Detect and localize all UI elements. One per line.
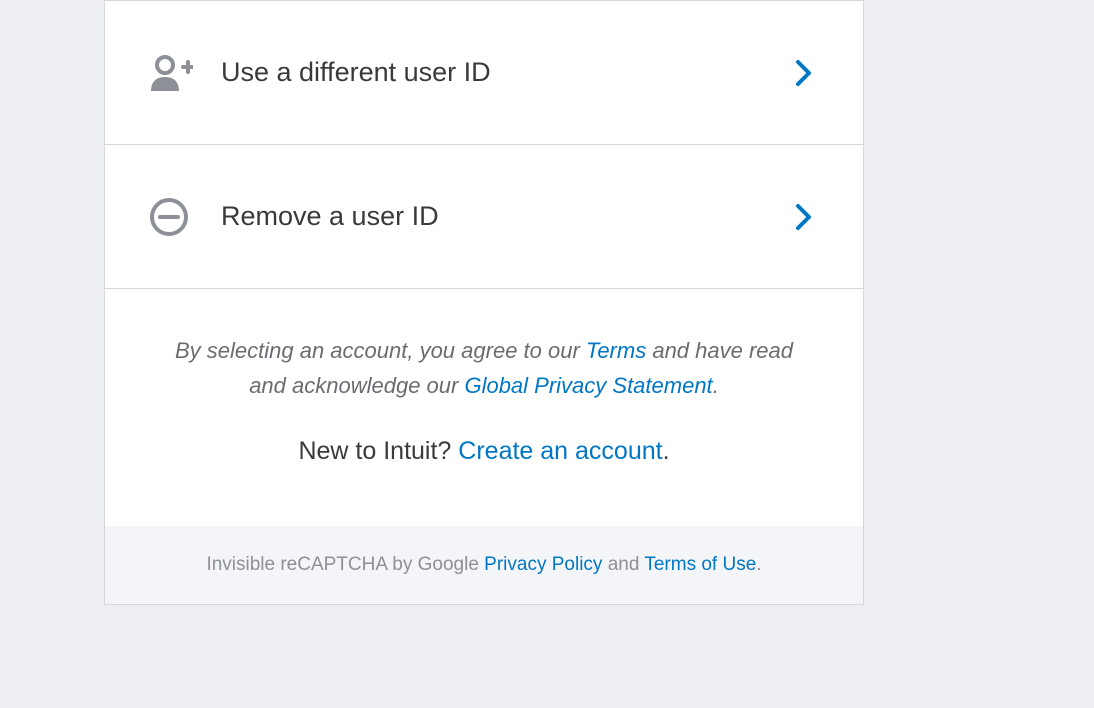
recaptcha-terms-of-use-link[interactable]: Terms of Use	[644, 554, 756, 575]
account-options-card: Use a different user ID Remove a user ID…	[104, 0, 864, 605]
new-to-intuit-row: New to Intuit? Create an account.	[165, 437, 803, 466]
global-privacy-statement-link[interactable]: Global Privacy Statement	[464, 373, 712, 398]
chevron-right-icon	[789, 60, 819, 86]
remove-user-id-row[interactable]: Remove a user ID	[105, 145, 863, 289]
new-prefix: New to Intuit?	[298, 437, 458, 465]
terms-link[interactable]: Terms	[586, 338, 646, 363]
terms-prefix: By selecting an account, you agree to ou…	[175, 338, 586, 363]
use-different-user-id-row[interactable]: Use a different user ID	[105, 1, 863, 145]
terms-text: By selecting an account, you agree to ou…	[165, 333, 803, 403]
option-label: Use a different user ID	[221, 57, 789, 88]
footer-prefix: Invisible reCAPTCHA by Google	[206, 554, 484, 575]
create-account-link[interactable]: Create an account	[458, 437, 662, 465]
recaptcha-privacy-policy-link[interactable]: Privacy Policy	[484, 554, 602, 575]
footer-suffix: .	[756, 554, 761, 575]
terms-suffix: .	[713, 373, 719, 398]
footer-middle: and	[602, 554, 644, 575]
recaptcha-footer: Invisible reCAPTCHA by Google Privacy Po…	[105, 526, 863, 604]
circle-minus-icon	[149, 197, 193, 237]
chevron-right-icon	[789, 204, 819, 230]
terms-section: By selecting an account, you agree to ou…	[105, 289, 863, 526]
user-plus-icon	[149, 53, 193, 93]
new-suffix: .	[663, 437, 670, 465]
option-label: Remove a user ID	[221, 201, 789, 232]
